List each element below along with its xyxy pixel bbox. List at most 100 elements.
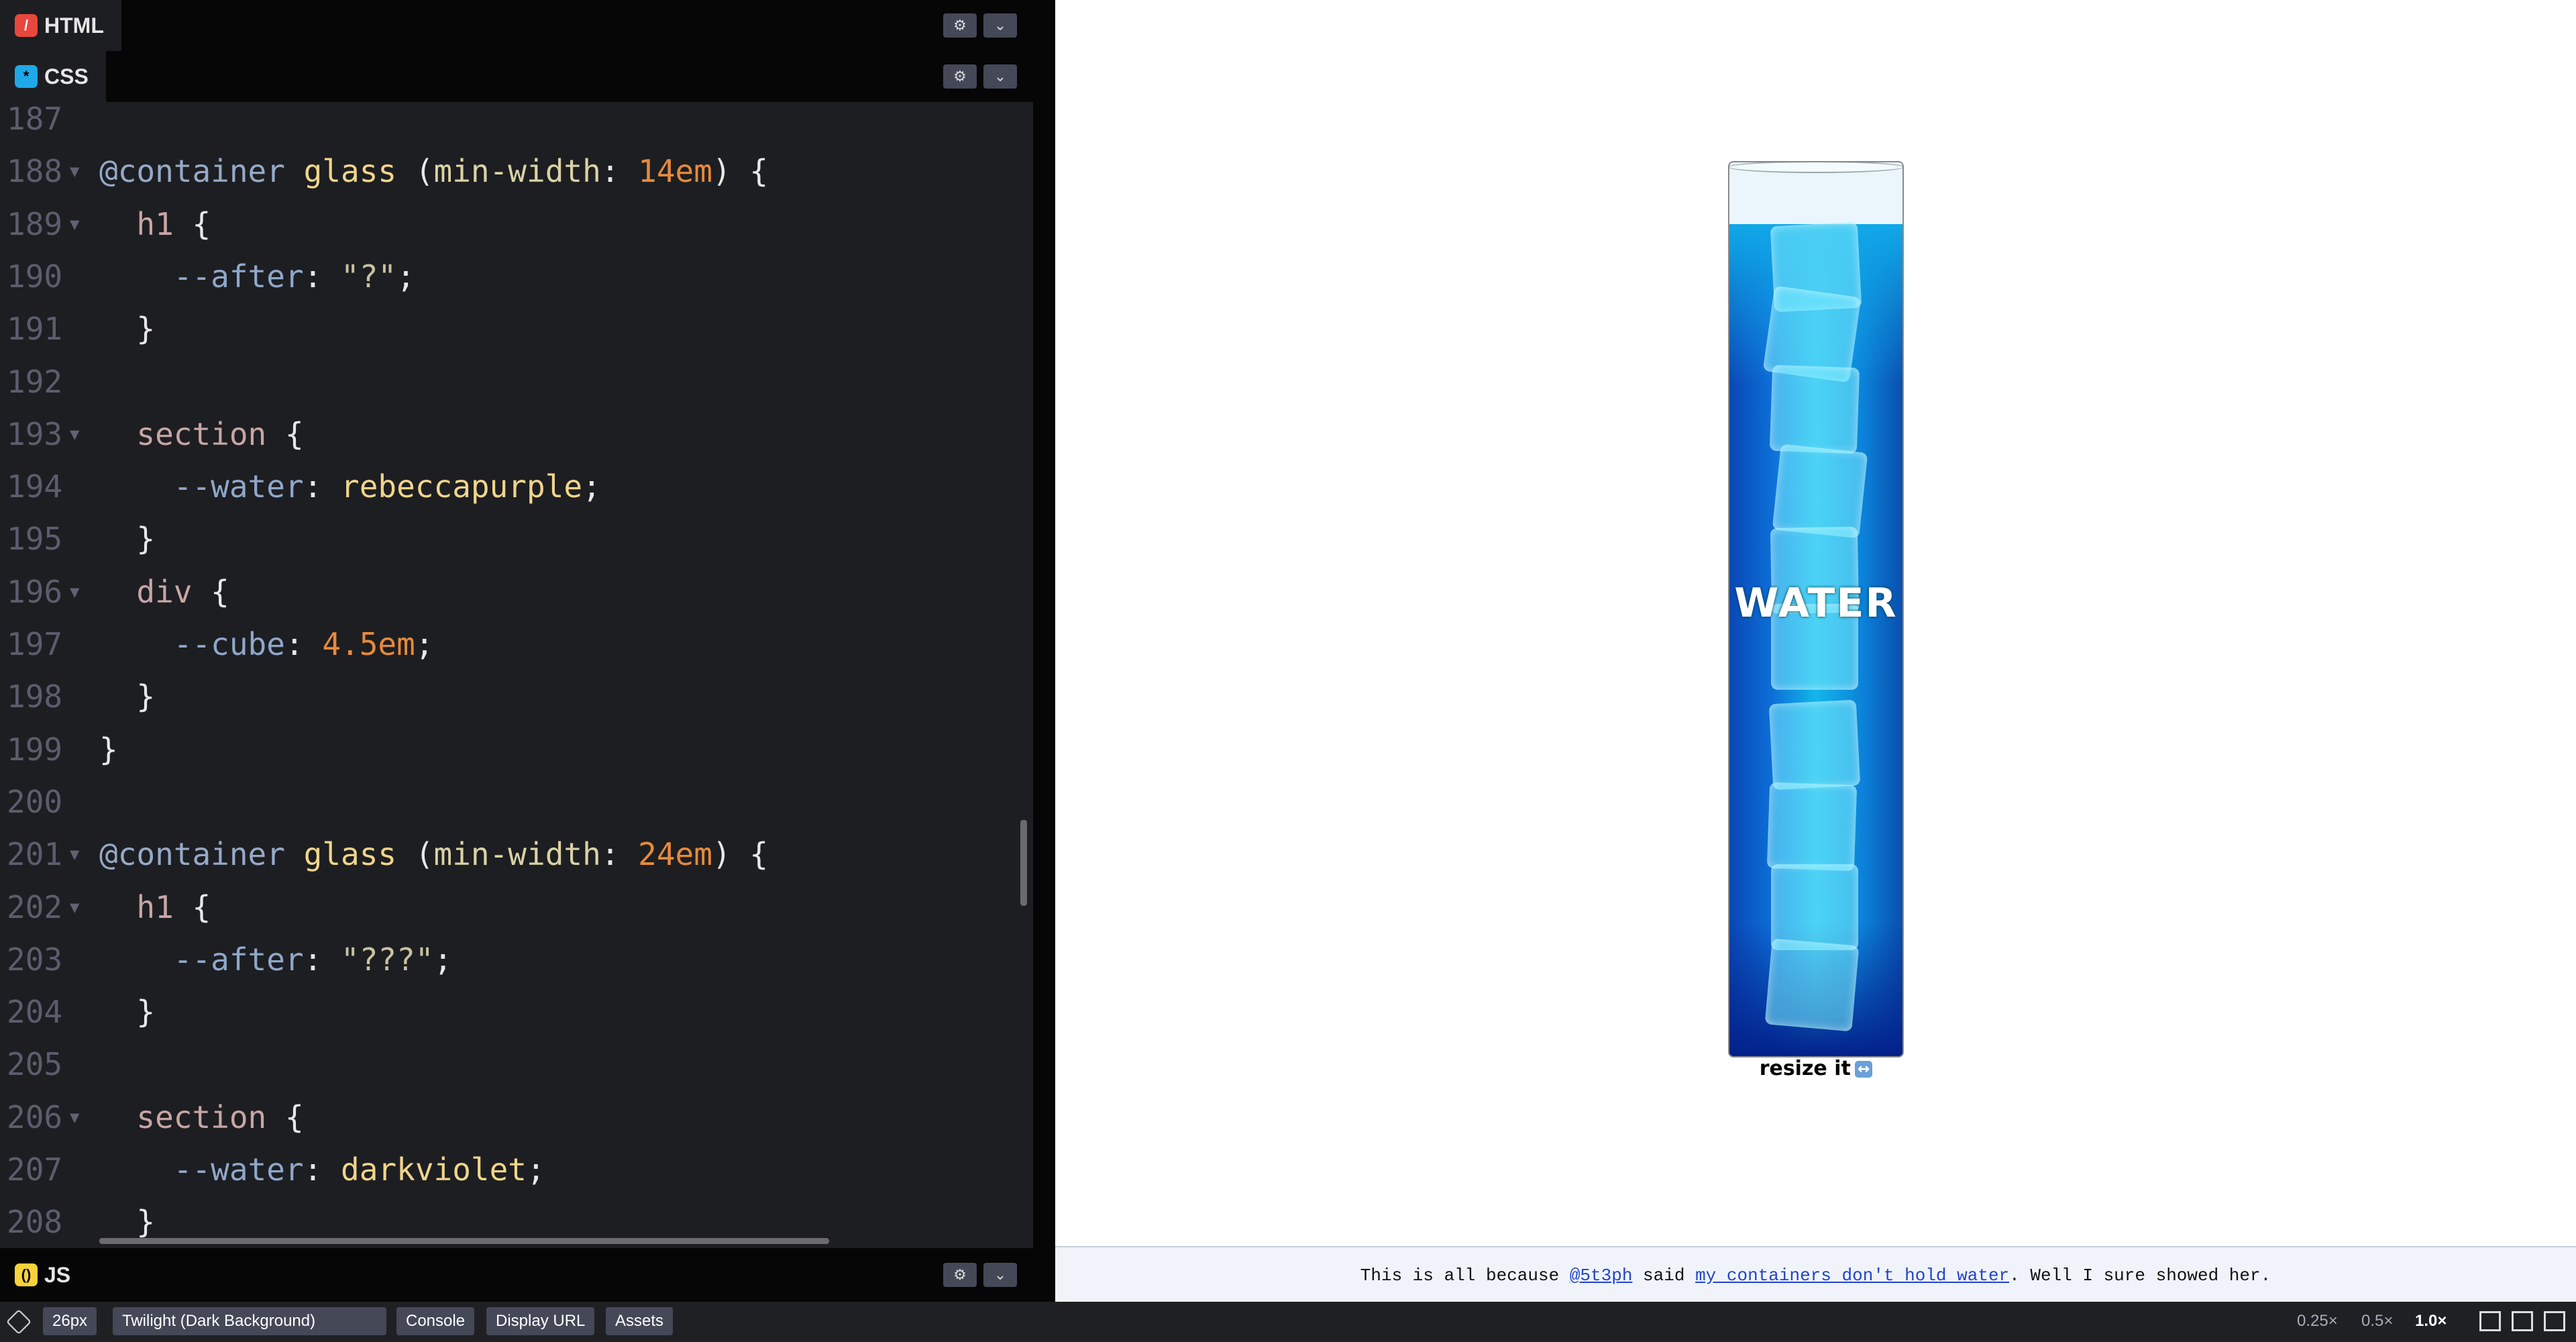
code-line[interactable]: 203 --after: "???"; — [0, 933, 1033, 986]
css-settings-button[interactable]: ⚙ — [943, 64, 977, 89]
line-number: 206 — [7, 1098, 63, 1135]
code-line[interactable]: 197 --cube: 4.5em; — [0, 618, 1033, 670]
code-line[interactable]: 187 — [0, 102, 1033, 145]
preview-pane: WATER resize it ↔ — [1055, 0, 2576, 1246]
code-line[interactable]: 207 --water: darkviolet; — [0, 1143, 1033, 1196]
resize-hint: resize it ↔ — [1728, 1057, 1904, 1080]
code-text: --cube: 4.5em; — [173, 626, 434, 662]
tab-css[interactable]: * CSS — [0, 51, 106, 102]
water-fill — [1729, 221, 1902, 1056]
fold-toggle-icon[interactable]: ▼ — [70, 1091, 79, 1143]
quote-link[interactable]: my containers don't hold water — [1695, 1266, 2009, 1286]
code-text: --water: rebeccapurple; — [173, 468, 601, 505]
code-text: --after: "???"; — [173, 941, 453, 978]
theme-selector[interactable]: Twilight (Dark Background) — [113, 1307, 386, 1335]
vertical-scrollbar[interactable] — [1020, 820, 1027, 906]
fold-toggle-icon[interactable]: ▼ — [70, 408, 79, 460]
layout-right-icon[interactable] — [2544, 1311, 2565, 1331]
zoom-1-button[interactable]: 1.0× — [2408, 1307, 2453, 1335]
line-number: 200 — [7, 783, 63, 820]
code-line[interactable]: 206 ▼ section { — [0, 1091, 1033, 1143]
line-number: 192 — [7, 363, 63, 400]
tab-html[interactable]: / HTML — [0, 0, 121, 51]
fold-toggle-icon[interactable]: ▼ — [70, 881, 79, 933]
html-settings-button[interactable]: ⚙ — [943, 13, 977, 38]
pane-resize-divider[interactable] — [1033, 0, 1055, 1302]
code-line[interactable]: 198 } — [0, 670, 1033, 723]
html-collapse-button[interactable]: ⌄ — [983, 13, 1017, 38]
tab-html-label: HTML — [44, 13, 104, 38]
code-text: @container glass (min-width: 24em) { — [99, 836, 769, 873]
line-number: 193 — [7, 415, 63, 452]
line-number: 203 — [7, 941, 63, 978]
zoom-025-button[interactable]: 0.25× — [2290, 1307, 2345, 1335]
console-button[interactable]: Console — [396, 1307, 475, 1335]
code-line[interactable]: 204 } — [0, 986, 1033, 1038]
zoom-05-button[interactable]: 0.5× — [2355, 1307, 2400, 1335]
tab-js[interactable]: () JS — [0, 1248, 88, 1302]
author-link[interactable]: @5t3ph — [1570, 1266, 1633, 1286]
code-line[interactable]: 202 ▼ h1 { — [0, 881, 1033, 933]
code-line[interactable]: 192 — [0, 356, 1033, 408]
assets-button[interactable]: Assets — [606, 1307, 674, 1335]
css-code-editor[interactable]: 187 188 ▼ @container glass (min-width: 14em… — [0, 102, 1033, 1248]
chevron-down-icon: ⌄ — [994, 68, 1007, 85]
gear-icon: ⚙ — [953, 17, 967, 34]
ice-cube — [1772, 444, 1868, 539]
js-collapse-button[interactable]: ⌄ — [983, 1263, 1017, 1287]
code-text: --after: "?"; — [173, 258, 415, 295]
code-line[interactable]: 205 — [0, 1038, 1033, 1090]
code-text: --water: darkviolet; — [173, 1151, 545, 1188]
code-line[interactable]: 201 ▼ @container glass (min-width: 24em) { — [0, 828, 1033, 880]
tab-js-label: JS — [44, 1262, 71, 1287]
resize-hint-text: resize it — [1759, 1057, 1851, 1080]
code-line[interactable]: 196 ▼ div { — [0, 566, 1033, 618]
css-icon: * — [15, 65, 38, 88]
font-size-button[interactable]: 26px — [43, 1307, 97, 1335]
code-line[interactable]: 199} — [0, 723, 1033, 776]
codepen-logo-icon[interactable] — [5, 1308, 32, 1335]
css-editor-header: * CSS ⚙ ⌄ — [0, 51, 1033, 102]
code-line[interactable]: 190 --after: "?"; — [0, 250, 1033, 303]
water-heading: WATER — [1734, 580, 1898, 627]
html-editor-header: / HTML ⚙ ⌄ — [0, 0, 1033, 51]
code-line[interactable]: 188 ▼ @container glass (min-width: 14em) { — [0, 145, 1033, 197]
code-line[interactable]: 193 ▼ section { — [0, 408, 1033, 460]
ice-cube — [1769, 364, 1860, 454]
tab-css-label: CSS — [44, 64, 89, 89]
footer-text: said — [1632, 1265, 1696, 1286]
line-number: 196 — [7, 573, 63, 610]
code-line[interactable]: 194 --water: rebeccapurple; — [0, 460, 1033, 513]
js-icon: () — [15, 1263, 38, 1286]
line-number: 187 — [7, 102, 63, 137]
layout-top-icon[interactable] — [2512, 1311, 2533, 1331]
fold-toggle-icon[interactable]: ▼ — [70, 198, 79, 250]
ice-cube — [1764, 938, 1860, 1032]
code-line[interactable]: 189 ▼ h1 { — [0, 198, 1033, 250]
line-number: 207 — [7, 1151, 63, 1188]
ice-cube — [1771, 864, 1858, 950]
line-number: 204 — [7, 994, 63, 1031]
fold-toggle-icon[interactable]: ▼ — [70, 566, 79, 618]
code-text: @container glass (min-width: 14em) { — [99, 153, 769, 190]
fold-toggle-icon[interactable]: ▼ — [70, 828, 79, 880]
line-number: 191 — [7, 311, 63, 348]
layout-left-icon[interactable] — [2479, 1311, 2501, 1331]
code-text: } — [99, 311, 156, 348]
code-line[interactable]: 191 } — [0, 303, 1033, 355]
code-line[interactable]: 195 } — [0, 513, 1033, 565]
line-number: 190 — [7, 258, 63, 295]
code-text: h1 { — [136, 888, 211, 925]
code-text: } — [99, 731, 118, 768]
code-line[interactable]: 200 — [0, 776, 1033, 828]
line-number: 189 — [7, 205, 63, 242]
glass-rim — [1729, 162, 1902, 173]
js-settings-button[interactable]: ⚙ — [943, 1263, 977, 1287]
horizontal-scrollbar[interactable] — [99, 1238, 829, 1244]
display-url-button[interactable]: Display URL — [486, 1307, 595, 1335]
fold-toggle-icon[interactable]: ▼ — [70, 145, 79, 197]
css-collapse-button[interactable]: ⌄ — [983, 64, 1017, 89]
html-icon: / — [15, 14, 38, 37]
line-number: 205 — [7, 1046, 63, 1083]
line-number: 202 — [7, 888, 63, 925]
